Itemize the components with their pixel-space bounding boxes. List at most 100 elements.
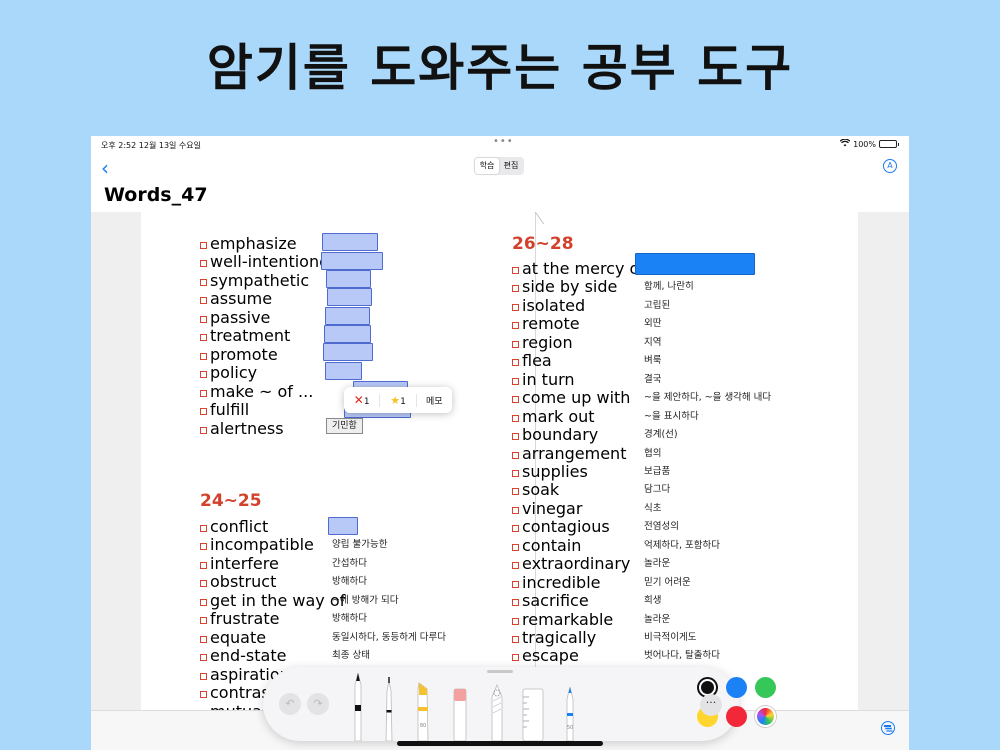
checkbox-icon[interactable] [200,635,207,643]
vocab-word[interactable]: region [512,333,573,352]
checkbox-icon[interactable] [200,654,207,662]
answer-cover-box[interactable] [325,362,362,380]
vocab-word[interactable]: soak [512,480,559,499]
checkbox-icon[interactable] [512,303,519,311]
pen-icon[interactable] [347,667,369,741]
redo-icon[interactable]: ↷ [307,693,329,715]
vocab-word[interactable]: make ~ of ... [200,382,313,401]
more-options-icon[interactable]: ··· [700,694,722,716]
vocab-word[interactable]: extraordinary [512,554,630,573]
answer-cover-box[interactable] [326,270,371,288]
chevron-left-icon[interactable]: ‹ [101,156,109,180]
checkbox-icon[interactable] [512,506,519,514]
checkbox-icon[interactable] [200,408,207,416]
checkbox-icon[interactable] [200,580,207,588]
checkbox-icon[interactable] [200,242,207,249]
checkbox-icon[interactable] [512,414,519,422]
memo-button[interactable]: 메모 [415,393,452,407]
answer-cover-box[interactable] [325,307,370,325]
checkbox-icon[interactable] [200,389,207,397]
vocab-word[interactable]: arrangement [512,444,626,463]
vocab-word[interactable]: flea [512,351,552,370]
vocab-word[interactable]: supplies [512,462,588,481]
checkbox-icon[interactable] [512,359,519,367]
checkbox-icon[interactable] [200,691,207,699]
eraser-icon[interactable] [449,667,471,741]
lasso-icon[interactable] [485,667,509,741]
vocab-word[interactable]: policy [200,363,257,382]
vocab-word[interactable]: sympathetic [200,271,309,290]
vocab-word[interactable]: incredible [512,573,601,592]
checkbox-icon[interactable] [200,278,207,286]
checkbox-icon[interactable] [200,297,207,305]
revealed-meaning-tag[interactable]: 기민함 [326,418,363,434]
vocab-word[interactable]: in turn [512,370,575,389]
checkbox-icon[interactable] [200,352,207,360]
answer-cover-box[interactable] [321,252,383,270]
checkbox-icon[interactable] [200,598,207,606]
multitask-dots-icon[interactable]: ••• [493,136,514,147]
checkbox-icon[interactable] [512,580,519,588]
checkbox-icon[interactable] [512,433,519,441]
vocab-word[interactable]: mark out [512,407,595,426]
vocab-word[interactable]: escape [512,646,579,665]
checkbox-icon[interactable] [512,377,519,385]
checkbox-icon[interactable] [512,322,519,330]
vocab-word[interactable]: incompatible [200,535,314,554]
checkbox-icon[interactable] [512,525,519,533]
checkbox-icon[interactable] [512,599,519,607]
vocab-word[interactable]: passive [200,308,270,327]
vocab-word[interactable]: come up with [512,388,630,407]
color-swatch-blue[interactable] [726,677,747,698]
checkbox-icon[interactable] [512,562,519,570]
pencil-icon[interactable]: 50 [559,667,581,741]
vocab-word[interactable]: tragically [512,628,596,647]
checkbox-icon[interactable] [200,371,207,379]
checkbox-icon[interactable] [512,267,519,274]
checkbox-icon[interactable] [512,543,519,551]
checkbox-icon[interactable] [512,340,519,348]
vocab-word[interactable]: equate [200,628,266,647]
ruler-icon[interactable] [519,667,547,741]
answer-cover-box-selected[interactable] [635,253,755,275]
vocab-word[interactable]: remarkable [512,610,613,629]
answer-cover-box[interactable] [322,233,378,251]
vocab-word[interactable]: vinegar [512,499,582,518]
vocab-word[interactable]: sacrifice [512,591,589,610]
answer-cover-box[interactable] [324,325,371,343]
checkbox-icon[interactable] [200,617,207,625]
undo-icon[interactable]: ↶ [279,693,301,715]
checkbox-icon[interactable] [200,260,207,268]
vocab-word[interactable]: assume [200,289,272,308]
vocab-word[interactable]: fulfill [200,400,249,419]
vocab-word[interactable]: obstruct [200,572,276,591]
mark-wrong-button[interactable]: ✕1 [344,393,379,407]
vocab-word[interactable]: contagious [512,517,610,536]
vocab-word[interactable]: side by side [512,277,617,296]
answer-cover-box[interactable] [328,517,358,535]
checkbox-icon[interactable] [200,315,207,323]
vocab-word[interactable]: interfere [200,554,279,573]
vocab-word[interactable]: remote [512,314,580,333]
vocab-word[interactable]: treatment [200,326,290,345]
vocab-word[interactable]: well-intentioned [200,252,339,271]
checkbox-icon[interactable] [200,334,207,342]
color-swatch-red[interactable] [726,706,747,727]
filter-icon[interactable] [881,721,895,735]
segment-study[interactable]: 학습 [475,158,499,174]
color-swatch-green[interactable] [755,677,776,698]
answer-cover-box[interactable] [323,343,373,361]
checkbox-icon[interactable] [512,654,519,662]
segment-edit[interactable]: 편집 [499,158,523,174]
checkbox-icon[interactable] [512,396,519,404]
color-picker-rainbow-icon[interactable] [755,706,776,727]
checkbox-icon[interactable] [200,672,207,680]
checkbox-icon[interactable] [512,636,519,643]
star-button[interactable]: ★1 [379,393,415,407]
answer-cover-box[interactable] [327,288,372,306]
fineliner-icon[interactable] [378,667,400,741]
vocab-word[interactable]: emphasize [200,234,297,253]
vocab-word[interactable]: promote [200,345,278,364]
checkbox-icon[interactable] [512,451,519,459]
vocab-word[interactable]: boundary [512,425,598,444]
